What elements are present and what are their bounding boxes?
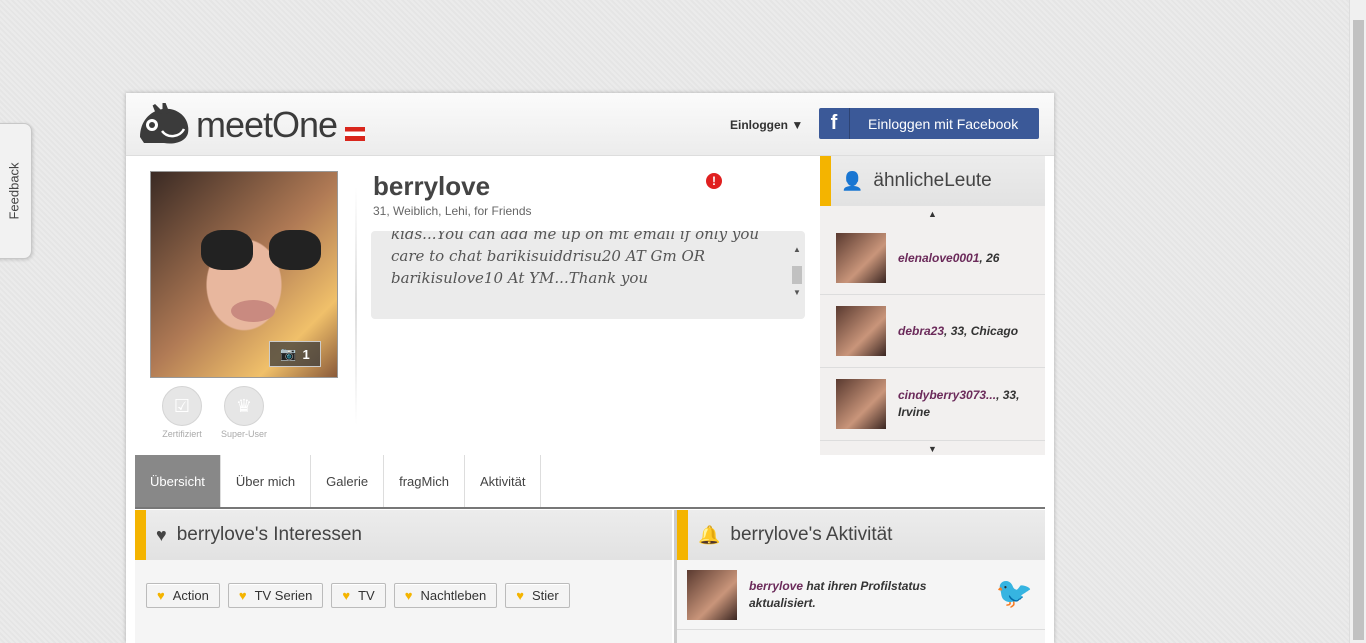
profile-card: meetOne Einloggen ▼ f Einloggen mit Face… [126, 93, 1054, 643]
interest-tag[interactable]: ♥ TV [331, 583, 386, 608]
tab-ask-me[interactable]: fragMich [384, 455, 465, 507]
meetone-bird-icon [140, 103, 189, 144]
page-scrollbar[interactable] [1349, 0, 1366, 643]
about-scrollbar[interactable]: ▲ ▼ [791, 245, 803, 307]
scroll-down-icon[interactable]: ▼ [791, 288, 803, 297]
activity-user-name[interactable]: berrylove [749, 579, 803, 593]
tab-about-me[interactable]: Über mich [221, 455, 312, 507]
similar-person[interactable]: elenalove0001, 26 [820, 222, 1045, 295]
crown-icon: ♛ [224, 386, 264, 426]
facebook-login-button[interactable]: f Einloggen mit Facebook [819, 108, 1039, 139]
photo-sunglasses [201, 230, 321, 270]
heart-icon: ♥ [238, 588, 247, 603]
about-bubble: kids...You can add me up on mt email if … [371, 231, 805, 319]
badge-super-user[interactable]: ♛ Super-User [214, 386, 274, 439]
avatar[interactable] [836, 306, 886, 356]
heart-icon: ♥ [342, 588, 351, 603]
profile-tabs: Übersicht Über mich Galerie fragMich Akt… [135, 455, 1045, 509]
similar-person-name[interactable]: cindyberry3073... [898, 388, 996, 402]
profile-photo[interactable]: 📷 1 [150, 171, 338, 378]
interest-tag[interactable]: ♥ Stier [505, 583, 570, 608]
about-scroll-thumb[interactable] [792, 266, 802, 284]
scrollbar-thumb[interactable] [1353, 20, 1364, 640]
facebook-login-label: Einloggen mit Facebook [868, 115, 1019, 132]
person-icon: 👤 [841, 170, 864, 191]
similar-person-name[interactable]: debra23 [898, 324, 944, 338]
activity-text: berrylove hat ihren Profilstatus aktuali… [749, 578, 939, 612]
avatar[interactable] [836, 233, 886, 283]
avatar[interactable] [687, 569, 737, 620]
interest-tag-label: Nachtleben [420, 588, 487, 603]
site-header: meetOne Einloggen ▼ f Einloggen mit Face… [126, 93, 1054, 156]
badge-label: Super-User [220, 429, 267, 439]
interest-tag-label: TV [358, 588, 375, 603]
similar-people-title: ähnlicheLeute [873, 170, 992, 191]
camera-icon: 📷 [280, 346, 297, 361]
interests-header: ♥ berrylove's Interessen [135, 510, 672, 560]
heart-icon: ♥ [156, 524, 167, 545]
badge-label: Zertifiziert [162, 429, 202, 439]
profile-divider [355, 187, 357, 425]
tab-gallery[interactable]: Galerie [311, 455, 385, 507]
logo-text: meetOne [196, 104, 338, 145]
interests-title: berrylove's Interessen [176, 524, 362, 545]
interest-tag[interactable]: ♥ Action [146, 583, 220, 608]
heart-icon: ♥ [157, 588, 165, 603]
feedback-tab[interactable]: Feedback [0, 123, 32, 259]
activity-item[interactable]: berrylove hat ihren Profilstatus aktuali… [677, 560, 1045, 630]
feedback-label: Feedback [6, 162, 22, 220]
profile-details: 31, Weiblich, Lehi, for Friends [373, 204, 532, 218]
similar-person[interactable]: cindyberry3073..., 33, Irvine [820, 368, 1045, 441]
interest-tag-label: Stier [531, 588, 559, 603]
tab-overview[interactable]: Übersicht [135, 455, 221, 507]
similar-person-info: cindyberry3073..., 33, Irvine [898, 387, 1028, 421]
austria-flag-icon [345, 127, 366, 141]
photo-count: 1 [302, 346, 310, 362]
activity-header: 🔔 berrylove's Aktivität [677, 510, 1045, 560]
activity-title: berrylove's Aktivität [730, 524, 893, 545]
similar-people-panel: 👤 ähnlicheLeute ▲ elenalove0001, 26 debr… [820, 156, 1045, 455]
interest-tag[interactable]: ♥ Nachtleben [393, 583, 498, 608]
interests-panel: ♥ berrylove's Interessen ♥ Action ♥ TV Ser… [135, 510, 672, 643]
login-dropdown[interactable]: Einloggen ▼ [730, 118, 803, 132]
similar-scroll-up-icon[interactable]: ▲ [820, 206, 1045, 222]
certified-icon: ☑ [162, 386, 202, 426]
similar-person-info: elenalove0001, 26 [898, 250, 1028, 267]
similar-person-details: , 26 [979, 250, 1000, 265]
scroll-up-icon[interactable]: ▲ [791, 245, 803, 254]
report-alert-icon[interactable]: ! [706, 173, 722, 189]
interest-tag[interactable]: ♥ TV Serien [227, 583, 324, 608]
similar-person[interactable]: debra23, 33, Chicago [820, 295, 1045, 368]
about-text: kids...You can add me up on mt email if … [391, 231, 760, 287]
site-logo[interactable]: meetOne [136, 103, 366, 145]
similar-person-info: debra23, 33, Chicago [898, 323, 1028, 340]
similar-person-details: , 33, Chicago [944, 323, 1019, 338]
profile-name: berrylove [373, 171, 491, 201]
activity-panel: 🔔 berrylove's Aktivität berrylove hat ih… [674, 510, 1045, 643]
facebook-icon: f [819, 108, 850, 139]
bell-icon: 🔔 [698, 524, 721, 545]
tab-activity[interactable]: Aktivität [465, 455, 542, 507]
similar-person-name[interactable]: elenalove0001 [898, 251, 979, 265]
heart-icon: ♥ [516, 588, 524, 603]
interest-tags: ♥ Action ♥ TV Serien ♥ TV ♥ Nachtleben ♥ Stie… [135, 560, 672, 608]
photo-lips [231, 300, 275, 322]
badge-certified[interactable]: ☑ Zertifiziert [152, 386, 212, 439]
avatar[interactable] [836, 379, 886, 429]
photo-count-badge[interactable]: 📷 1 [269, 341, 321, 367]
meetone-bird-icon: 🐦 [995, 577, 1033, 610]
interest-tag-label: Action [172, 588, 209, 603]
heart-icon: ♥ [404, 588, 413, 603]
similar-people-header: 👤 ähnlicheLeute [820, 156, 1045, 206]
interest-tag-label: TV Serien [254, 588, 313, 603]
